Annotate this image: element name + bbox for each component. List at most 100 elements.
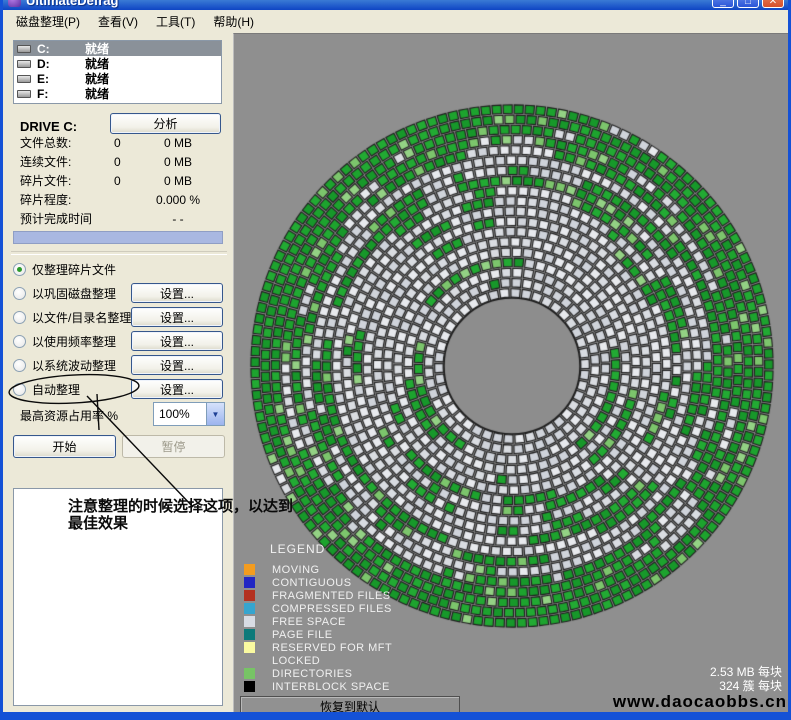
menu-item[interactable]: 查看(V) <box>90 10 148 33</box>
drive-row[interactable]: E:就绪 <box>14 71 221 86</box>
defrag-method-row: 以使用频率整理设置... <box>13 329 225 353</box>
drive-icon <box>17 75 31 83</box>
legend-swatch <box>244 668 255 679</box>
app-window: UltimateDefrag _ □ ✕ 磁盘整理(P)查看(V)工具(T)帮助… <box>0 0 791 720</box>
block-info: 2.53 MB 每块 324 簇 每块 <box>710 665 782 693</box>
legend-item: INTERBLOCK SPACE <box>244 680 392 693</box>
settings-button[interactable]: 设置... <box>131 307 223 327</box>
defrag-method-row: 自动整理 设置... <box>13 377 225 401</box>
control-panel: C:就绪D:就绪E:就绪F:就绪 DRIVE C: 分析 文件总数:00 MB连… <box>6 33 233 712</box>
stat-size: - - <box>142 212 214 226</box>
defrag-method-group: 仅整理碎片文件以巩固磁盘整理设置...以文件/目录名整理设置...以使用频率整理… <box>13 257 225 401</box>
radio-button[interactable] <box>13 263 26 276</box>
radio-label: 自动整理 <box>32 381 80 398</box>
legend-item: RESERVED FOR MFT <box>244 641 392 654</box>
menu-item[interactable]: 帮助(H) <box>205 10 264 33</box>
legend-swatch <box>244 564 255 575</box>
legend-item: CONTIGUOUS <box>244 576 392 589</box>
analyze-button[interactable]: 分析 <box>110 113 221 134</box>
legend-item: COMPRESSED FILES <box>244 602 392 615</box>
legend-label: LOCKED <box>272 655 320 667</box>
legend-label: COMPRESSED FILES <box>272 603 392 615</box>
legend-label: FRAGMENTED FILES <box>272 590 391 602</box>
stat-size: 0.000 % <box>142 193 214 207</box>
radio-button[interactable] <box>13 335 26 348</box>
legend-swatch <box>244 642 255 653</box>
legend-swatch <box>244 590 255 601</box>
legend-label: CONTIGUOUS <box>272 577 352 589</box>
legend-items: MOVINGCONTIGUOUSFRAGMENTED FILESCOMPRESS… <box>244 563 392 693</box>
drive-row[interactable]: F:就绪 <box>14 86 221 101</box>
radio-label: 以文件/目录名整理 <box>32 309 131 326</box>
main-area: C:就绪D:就绪E:就绪F:就绪 DRIVE C: 分析 文件总数:00 MB连… <box>6 33 785 704</box>
legend-swatch <box>244 629 255 640</box>
settings-button[interactable]: 设置... <box>131 379 223 399</box>
defrag-method-row: 以系统波动整理设置... <box>13 353 225 377</box>
stat-size: 0 MB <box>142 136 214 150</box>
defrag-method-row: 以巩固磁盘整理设置... <box>13 281 225 305</box>
pause-button[interactable]: 暂停 <box>122 435 225 458</box>
legend-label: INTERBLOCK SPACE <box>272 681 390 693</box>
resource-usage-label: 最高资源占用率 % <box>20 407 118 424</box>
stat-label: 连续文件: <box>20 153 108 170</box>
drive-icon <box>17 90 31 98</box>
chevron-down-icon[interactable]: ▼ <box>206 403 224 425</box>
menu-item[interactable]: 磁盘整理(P) <box>8 10 90 33</box>
maximize-button[interactable]: □ <box>737 0 759 8</box>
stat-label: 文件总数: <box>20 134 108 151</box>
radio-button[interactable] <box>13 383 26 396</box>
radio-button[interactable] <box>13 287 26 300</box>
menu-item[interactable]: 工具(T) <box>148 10 205 33</box>
stat-row: 碎片程度: 0.000 % <box>20 190 225 209</box>
legend-label: DIRECTORIES <box>272 668 352 680</box>
radio-label: 以巩固磁盘整理 <box>32 285 116 302</box>
drive-name: C: <box>37 42 79 56</box>
legend-swatch <box>244 603 255 614</box>
legend-swatch <box>244 655 255 666</box>
drive-row[interactable]: C:就绪 <box>14 41 221 56</box>
progress-bar <box>13 231 223 244</box>
legend-label: MOVING <box>272 564 320 576</box>
legend-label: FREE SPACE <box>272 616 346 628</box>
drive-list: C:就绪D:就绪E:就绪F:就绪 <box>13 40 222 104</box>
restore-defaults-button[interactable]: 恢复到默认 <box>240 696 460 714</box>
stat-count: 0 <box>108 174 142 188</box>
start-button[interactable]: 开始 <box>13 435 116 458</box>
radio-button[interactable] <box>13 359 26 372</box>
statistics: 文件总数:00 MB连续文件:00 MB碎片文件:00 MB碎片程度:0.000… <box>20 133 225 228</box>
legend-label: PAGE FILE <box>272 629 333 641</box>
watermark: www.daocaobbs.cn <box>613 692 787 712</box>
drive-icon <box>17 60 31 68</box>
minimize-button[interactable]: _ <box>712 0 734 8</box>
settings-button[interactable]: 设置... <box>131 283 223 303</box>
drive-name: E: <box>37 72 79 86</box>
settings-button[interactable]: 设置... <box>131 355 223 375</box>
block-size-text: 2.53 MB 每块 <box>710 665 782 679</box>
radio-button[interactable] <box>13 311 26 324</box>
close-button[interactable]: ✕ <box>762 0 784 8</box>
notes-box <box>13 488 223 706</box>
legend-title: LEGEND <box>270 542 392 556</box>
resource-usage-value: 100% <box>154 407 206 421</box>
legend-item: FRAGMENTED FILES <box>244 589 392 602</box>
legend-item: DIRECTORIES <box>244 667 392 680</box>
radio-label: 以系统波动整理 <box>32 357 116 374</box>
app-icon <box>8 0 21 7</box>
block-cluster-text: 324 簇 每块 <box>710 679 782 693</box>
menu-bar: 磁盘整理(P)查看(V)工具(T)帮助(H) <box>3 10 788 33</box>
resource-usage-dropdown[interactable]: 100% ▼ <box>153 402 225 426</box>
drive-name: D: <box>37 57 79 71</box>
window-title: UltimateDefrag <box>26 0 118 8</box>
settings-button[interactable]: 设置... <box>131 331 223 351</box>
stat-label: 预计完成时间 <box>20 210 108 227</box>
stat-row: 文件总数:00 MB <box>20 133 225 152</box>
drive-row[interactable]: D:就绪 <box>14 56 221 71</box>
title-bar: UltimateDefrag _ □ ✕ <box>3 0 788 10</box>
stat-label: 碎片程度: <box>20 191 108 208</box>
legend-label: RESERVED FOR MFT <box>272 642 392 654</box>
drive-status: 就绪 <box>85 85 109 102</box>
stat-row: 预计完成时间 - - <box>20 209 225 228</box>
stat-count: 0 <box>108 155 142 169</box>
defrag-method-row: 仅整理碎片文件 <box>13 257 225 281</box>
stat-size: 0 MB <box>142 174 214 188</box>
